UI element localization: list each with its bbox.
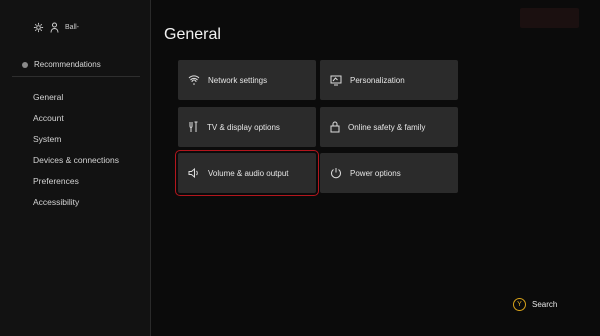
sidebar-item-system[interactable]: System xyxy=(33,133,119,154)
user-avatar-icon[interactable] xyxy=(50,22,59,33)
sidebar-header: Ball- xyxy=(33,20,79,34)
sidebar-item-account[interactable]: Account xyxy=(33,112,119,133)
tile-volume-audio-output[interactable]: Volume & audio output xyxy=(175,150,319,196)
sidebar-nav: General Account System Devices & connect… xyxy=(33,91,119,217)
tile-network-settings[interactable]: Network settings xyxy=(178,60,316,100)
gear-icon[interactable] xyxy=(33,22,44,33)
user-name: Ball- xyxy=(65,23,80,31)
search-label: Search xyxy=(532,300,558,309)
sidebar-item-accessibility[interactable]: Accessibility xyxy=(33,196,119,217)
recommendations-dot-icon xyxy=(22,61,28,68)
search-hint[interactable]: Y Search xyxy=(513,298,557,311)
corner-status-badge xyxy=(520,8,579,28)
y-button-icon: Y xyxy=(513,298,526,311)
page-title: General xyxy=(164,25,221,43)
tile-label: Volume & audio output xyxy=(208,168,289,178)
tile-power-options[interactable]: Power options xyxy=(320,153,458,193)
tile-label: Online safety & family xyxy=(348,122,426,132)
tile-label: Network settings xyxy=(208,75,268,85)
tile-tv-display-options[interactable]: TV & display options xyxy=(178,107,316,147)
tile-label: Personalization xyxy=(350,75,405,85)
power-icon xyxy=(330,167,342,179)
tv-display-icon xyxy=(188,121,199,133)
sidebar-item-label: Recommendations xyxy=(34,60,101,69)
sidebar-divider xyxy=(12,76,140,77)
sidebar: Ball- Recommendations General Account Sy… xyxy=(0,0,151,336)
sidebar-item-general[interactable]: General xyxy=(33,91,119,112)
tile-label: TV & display options xyxy=(207,122,280,132)
network-icon xyxy=(188,75,200,85)
personalization-icon xyxy=(330,75,342,86)
sidebar-item-recommendations[interactable]: Recommendations xyxy=(22,60,101,69)
tile-online-safety-family[interactable]: Online safety & family xyxy=(320,107,458,147)
sidebar-item-preferences[interactable]: Preferences xyxy=(33,175,119,196)
tile-label: Power options xyxy=(350,168,401,178)
lock-icon xyxy=(330,121,340,133)
speaker-icon xyxy=(188,168,200,178)
sidebar-item-devices-connections[interactable]: Devices & connections xyxy=(33,154,119,175)
tile-personalization[interactable]: Personalization xyxy=(320,60,458,100)
